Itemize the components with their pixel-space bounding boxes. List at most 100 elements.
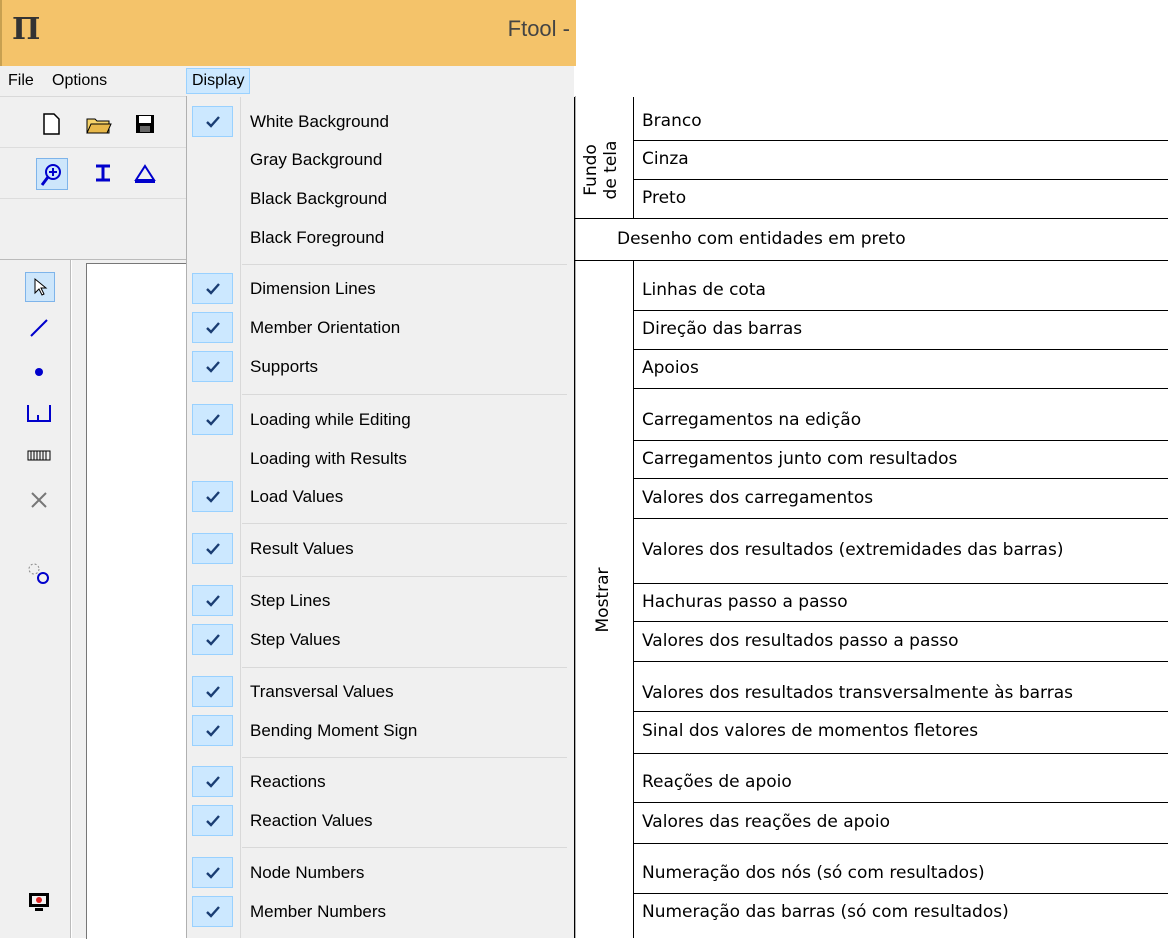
table-group-divider [633,261,634,938]
menu-item-loading-with-results[interactable]: Loading with Results [250,449,407,469]
translation-row: Preto [642,188,687,208]
check-icon [192,533,233,564]
table-group-border [574,260,1168,261]
ftool-logo-icon[interactable]: Π [12,12,40,48]
translation-row: Direção das barras [642,319,803,339]
menu-item-node-numbers[interactable]: Node Numbers [250,863,364,883]
menu-item-load-values[interactable]: Load Values [250,487,343,507]
menu-item-member-numbers[interactable]: Member Numbers [250,902,386,922]
menu-separator [242,757,567,758]
menu-separator [242,576,567,577]
line-icon[interactable] [25,314,53,342]
translation-row: Valores dos carregamentos [642,488,874,508]
menu-item-reaction-values[interactable]: Reaction Values [250,811,373,831]
table-group-border [574,218,1168,219]
menu-item-black-foreground[interactable]: Black Foreground [250,228,384,248]
select-arrow-icon[interactable] [25,272,55,302]
zoom-fit-icon[interactable] [36,158,68,190]
group-label-background: Fundo de tela [581,120,621,220]
table-row-divider [633,711,1168,712]
table-row-divider [633,893,1168,894]
menu-display[interactable]: Display [186,68,251,94]
menu-bar: File Options Display [0,66,574,97]
menu-item-reactions[interactable]: Reactions [250,772,326,792]
menu-item-white-background[interactable]: White Background [250,112,389,132]
menu-separator [242,523,567,524]
check-icon [192,624,233,655]
triangle-icon[interactable] [130,158,160,188]
check-icon [192,857,233,888]
table-row-divider [633,388,1168,389]
tools-toolbar [0,148,190,199]
menu-item-transversal-values[interactable]: Transversal Values [250,682,394,702]
menu-separator [242,847,567,848]
menu-item-result-values[interactable]: Result Values [250,539,354,559]
menu-item-black-background[interactable]: Black Background [250,189,387,209]
translation-row: Valores dos resultados passo a passo [642,631,959,651]
display-menu [186,96,576,938]
node-icon[interactable] [25,358,53,386]
empty-toolbar [0,199,190,260]
snap-icon[interactable] [25,560,53,588]
support-icon[interactable] [25,400,53,428]
drawing-canvas[interactable] [86,263,191,939]
check-icon [192,896,233,927]
check-icon [192,106,233,137]
translation-row: Reações de apoio [642,772,792,792]
menu-item-supports[interactable]: Supports [250,357,318,377]
menu-item-step-lines[interactable]: Step Lines [250,591,330,611]
translation-row: Apoios [642,358,699,378]
left-toolbar [0,260,71,938]
table-row-divider [633,802,1168,803]
check-icon [192,404,233,435]
translation-row: Branco [642,111,702,131]
table-row-divider [633,583,1168,584]
check-icon [192,481,233,512]
beam-icon[interactable] [88,158,118,188]
table-row-divider [633,440,1168,441]
group-label-background-line1: Fundo [581,144,601,196]
menu-item-loading-while-editing[interactable]: Loading while Editing [250,410,411,430]
group-label-show: Mostrar [593,567,613,633]
check-icon [192,676,233,707]
translation-row: Carregamentos junto com resultados [642,449,958,469]
check-icon [192,585,233,616]
translation-row: Hachuras passo a passo [642,592,848,612]
table-row-divider [633,753,1168,754]
menu-gutter-divider [240,97,241,938]
check-icon [192,312,233,343]
menu-item-step-values[interactable]: Step Values [250,630,340,650]
translation-row: Linhas de cota [642,280,766,300]
translation-row: Numeração dos nós (só com resultados) [642,863,985,883]
menu-separator [242,264,567,265]
menu-item-gray-background[interactable]: Gray Background [250,150,382,170]
delete-icon[interactable] [25,486,53,514]
new-file-icon[interactable] [36,109,66,139]
table-row-divider [633,843,1168,844]
save-icon[interactable] [130,109,160,139]
hatch-icon[interactable] [25,442,53,470]
translation-row: Sinal dos valores de momentos fletores [642,721,979,741]
menu-options[interactable]: Options [52,71,107,91]
translation-row: Desenho com entidades em preto [617,229,906,249]
translation-row: Cinza [642,149,689,169]
table-row-divider [633,179,1168,180]
table-row-divider [633,310,1168,311]
menu-item-member-orientation[interactable]: Member Orientation [250,318,400,338]
menu-file[interactable]: File [8,71,34,91]
table-row-divider [633,621,1168,622]
translation-row: Numeração das barras (só com resultados) [642,902,1009,922]
translation-row: Valores dos resultados (extremidades das… [642,540,1064,560]
display-icon[interactable] [25,888,53,916]
menu-item-dimension-lines[interactable]: Dimension Lines [250,279,376,299]
translation-row: Valores dos resultados transversalmente … [642,683,1073,703]
check-icon [192,351,233,382]
check-icon [192,715,233,746]
menu-separator [242,394,567,395]
table-row-divider [633,661,1168,662]
check-icon [192,805,233,836]
table-group-divider [633,97,634,218]
menu-item-bending-moment-sign[interactable]: Bending Moment Sign [250,721,417,741]
open-folder-icon[interactable] [84,109,114,139]
check-icon [192,273,233,304]
